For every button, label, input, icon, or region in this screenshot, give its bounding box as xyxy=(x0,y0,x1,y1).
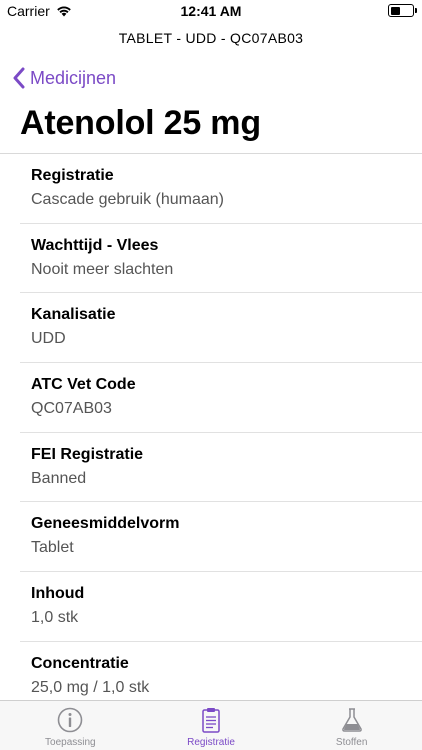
row-label: ATC Vet Code xyxy=(31,376,136,394)
row-fei-registratie: FEI Registratie Banned xyxy=(0,433,422,503)
row-wachttijd-vlees: Wachttijd - Vlees Nooit meer slachten xyxy=(0,224,422,294)
row-label: FEI Registratie xyxy=(31,445,144,463)
clipboard-icon xyxy=(202,708,220,733)
row-atc-vet-code: ATC Vet Code QC07AB03 xyxy=(0,363,422,433)
row-label: Concentratie xyxy=(31,654,129,672)
tab-label: Stoffen xyxy=(335,737,368,748)
tab-label: Registratie xyxy=(187,737,235,748)
row-label: Wachttijd - Vlees xyxy=(31,236,159,254)
row-label: Inhoud xyxy=(31,585,85,603)
row-label: Kanalisatie xyxy=(31,306,116,324)
row-kanalisatie: Kanalisatie UDD xyxy=(0,293,422,364)
row-inhoud: Inhoud 1,0 stk xyxy=(0,572,422,642)
tab-label: Toepassing xyxy=(45,737,96,748)
row-value: Tablet xyxy=(31,539,74,557)
back-button-label: Medicijnen xyxy=(30,67,117,88)
row-registratie: Registratie Cascade gebruik (humaan) xyxy=(0,154,422,224)
info-icon xyxy=(58,707,83,733)
tab-stoffen[interactable]: Stoffen xyxy=(281,701,422,750)
row-concentratie: Concentratie 25,0 mg / 1,0 stk xyxy=(0,642,422,700)
battery-icon xyxy=(388,4,417,17)
nav-subtitle: TABLET - UDD - QC07AB03 xyxy=(118,30,304,46)
tab-registratie[interactable]: Registratie xyxy=(141,701,282,750)
tab-toepassing[interactable]: Toepassing xyxy=(0,701,141,750)
row-geneesmiddelvorm: Geneesmiddelvorm Tablet xyxy=(0,502,422,573)
chevron-left-icon xyxy=(13,67,25,89)
row-value: Nooit meer slachten xyxy=(31,260,174,278)
row-value: 25,0 mg / 1,0 stk xyxy=(31,678,150,696)
row-label: Registratie xyxy=(31,167,114,184)
detail-list[interactable]: Registratie Cascade gebruik (humaan) Wac… xyxy=(0,154,422,700)
row-value: Cascade gebruik (humaan) xyxy=(31,191,224,208)
back-button[interactable]: Medicijnen xyxy=(12,64,116,92)
row-value: Banned xyxy=(31,469,87,487)
row-label: Geneesmiddelvorm xyxy=(31,515,180,533)
tab-bar: Toepassing Registratie Stoffen xyxy=(0,700,422,750)
status-bar: Carrier 12:41 AM xyxy=(0,0,422,22)
row-value: UDD xyxy=(31,330,66,348)
flask-icon xyxy=(341,708,362,732)
screen: Carrier 12:41 AM TABLET - UDD - QC07AB03… xyxy=(0,0,422,750)
row-value: QC07AB03 xyxy=(31,400,112,418)
status-time: 12:41 AM xyxy=(180,3,242,19)
page-title: Atenolol 25 mg xyxy=(20,104,261,142)
row-value: 1,0 stk xyxy=(31,609,79,627)
